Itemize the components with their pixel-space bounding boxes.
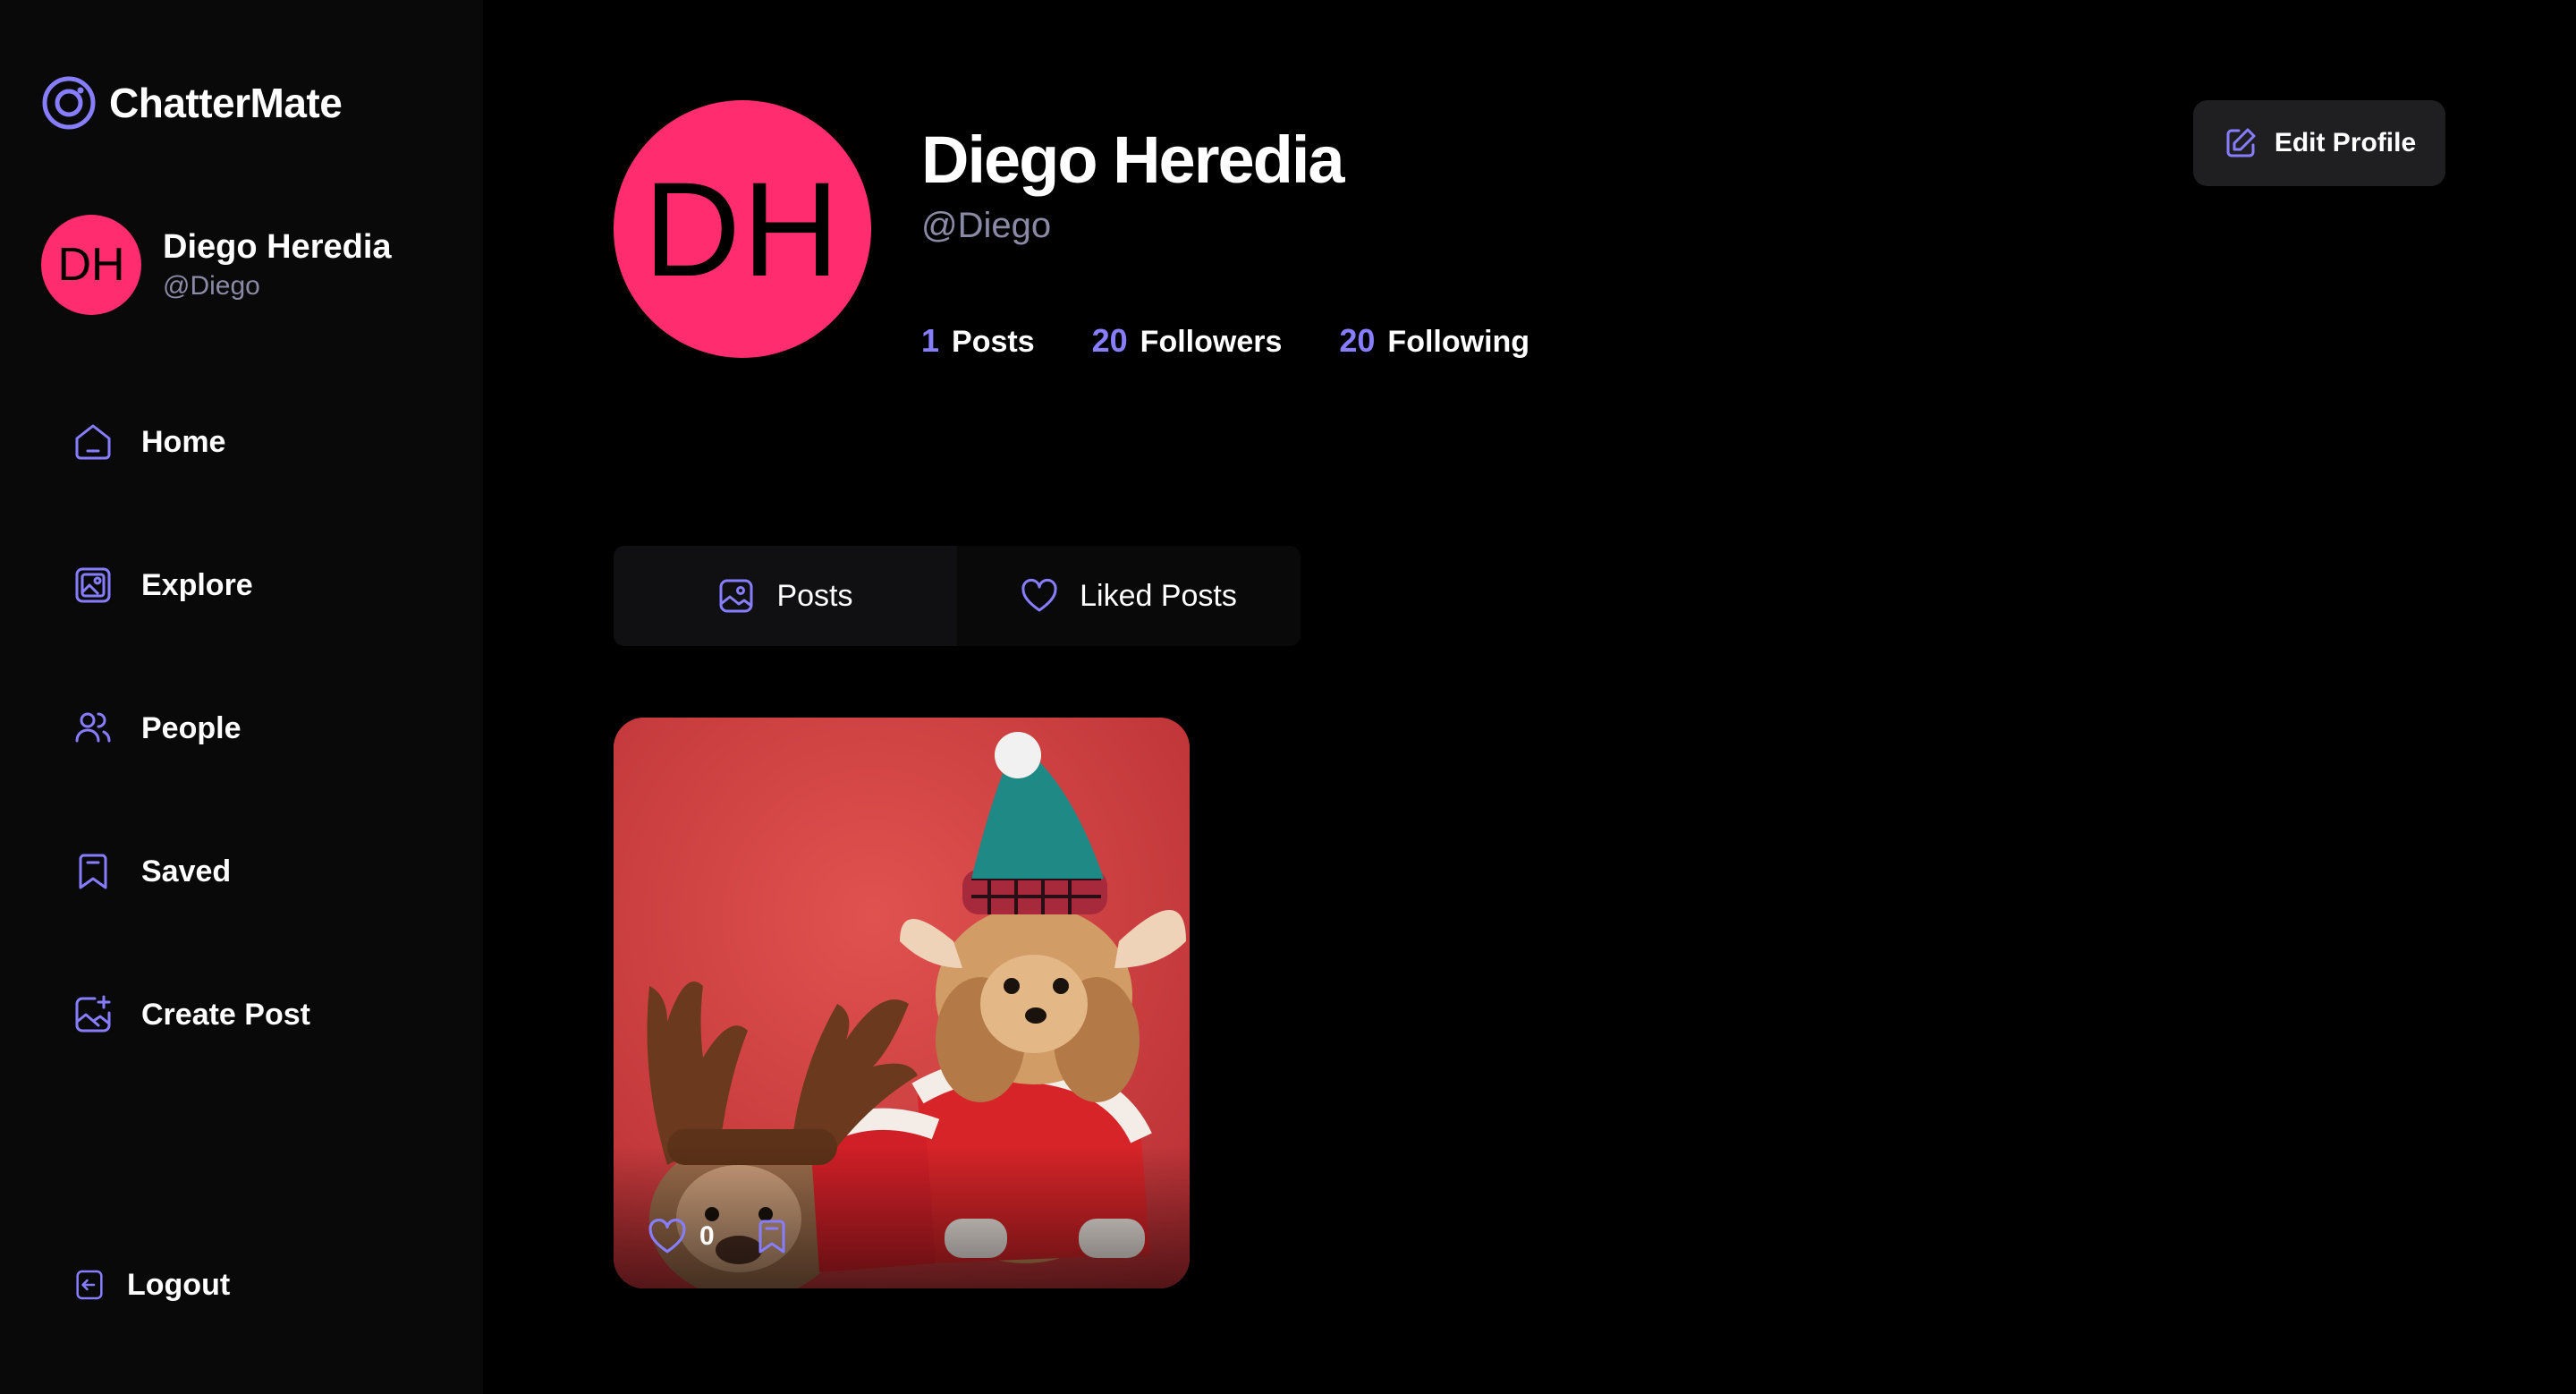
sidebar-item-label: Explore [141,567,253,602]
post-actions: 0 [648,1217,792,1256]
logout-label: Logout [127,1267,231,1302]
stat-value: 1 [921,322,940,359]
stat-following: 20 Following [1339,322,1530,360]
edit-profile-button[interactable]: Edit Profile [2193,100,2445,186]
add-image-icon [75,995,111,1033]
sidebar-item-label: Saved [141,854,232,888]
avatar: DH [41,215,141,315]
sidebar-user-name: Diego Heredia [163,228,392,266]
tab-label: Liked Posts [1080,578,1237,613]
sidebar-user[interactable]: DH Diego Heredia @Diego [41,215,392,315]
tab-posts[interactable]: Posts [614,546,957,646]
stat-label: Following [1387,325,1530,359]
brand-logo[interactable]: ChatterMate [41,75,343,131]
stat-label: Posts [952,325,1035,359]
sidebar-item-label: Create Post [141,997,310,1032]
like-icon[interactable] [648,1217,687,1256]
sidebar-item-label: Home [141,424,226,459]
sidebar-item-saved[interactable]: Saved [72,845,231,898]
bookmark-icon [79,854,107,889]
edit-icon [2226,128,2256,157]
profile-handle: @Diego [921,206,1052,245]
profile-tabs: Posts Liked Posts [614,546,1301,646]
edit-profile-label: Edit Profile [2274,128,2417,157]
stat-value: 20 [1339,322,1376,359]
sidebar-item-people[interactable]: People [72,701,241,755]
stat-label: Followers [1140,325,1283,359]
sidebar: ChatterMate DH Diego Heredia @Diego Home… [0,0,483,1394]
home-icon [75,424,111,460]
post-image [614,718,1190,1288]
profile-avatar: DH [614,100,871,358]
logo-icon [42,76,96,130]
posts-icon [719,579,753,613]
like-count: 0 [699,1221,715,1251]
tab-liked-posts[interactable]: Liked Posts [957,546,1301,646]
profile-name: Diego Heredia [921,123,1345,197]
sidebar-item-create-post[interactable]: Create Post [72,988,310,1041]
stat-followers: 20 Followers [1092,322,1283,360]
sidebar-user-handle: @Diego [163,271,260,301]
heart-icon [1021,578,1057,612]
logout-button[interactable]: Logout [72,1258,230,1312]
post-card[interactable]: 0 [614,718,1190,1288]
brand-name: ChatterMate [109,80,343,126]
sidebar-item-home[interactable]: Home [72,415,225,469]
save-icon[interactable] [752,1217,792,1256]
stat-value: 20 [1091,322,1128,359]
sidebar-item-label: People [141,710,242,745]
people-icon [75,712,111,743]
stat-posts: 1 Posts [921,322,1035,360]
gallery-icon [75,567,111,603]
logout-icon [76,1270,103,1300]
tab-label: Posts [776,578,853,613]
profile-stats: 1 Posts 20 Followers 20 Following [921,322,1530,360]
sidebar-item-explore[interactable]: Explore [72,558,253,612]
